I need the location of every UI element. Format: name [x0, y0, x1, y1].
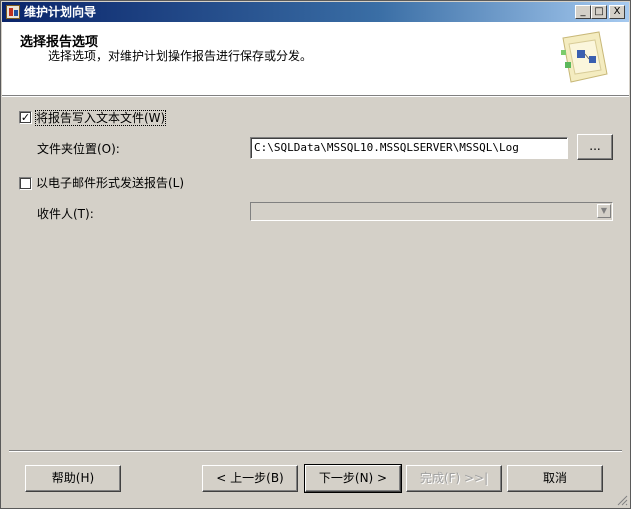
recipient-label: 收件人(T):: [37, 207, 94, 221]
minimize-button[interactable]: _: [575, 5, 591, 19]
wizard-window: 维护计划向导 _ □ X 选择报告选项 选择选项，对维护计划操作报告进行保存或分…: [0, 0, 631, 509]
window-title: 维护计划向导: [24, 5, 97, 19]
close-button[interactable]: X: [609, 5, 625, 19]
cancel-button[interactable]: 取消: [507, 465, 603, 492]
footer-separator: [9, 450, 622, 452]
title-bar[interactable]: 维护计划向导 _ □ X: [2, 2, 629, 22]
recipient-dropdown[interactable]: ▼: [250, 202, 613, 221]
finish-button[interactable]: 完成(F) >>|: [406, 465, 502, 492]
email-report-checkbox[interactable]: [19, 177, 32, 190]
app-icon: [6, 5, 20, 19]
chevron-down-icon[interactable]: ▼: [597, 204, 611, 218]
write-to-file-checkbox[interactable]: ✓: [19, 111, 32, 124]
maximize-button[interactable]: □: [591, 5, 607, 19]
email-report-label[interactable]: 以电子邮件形式发送报告(L): [36, 176, 184, 190]
next-button[interactable]: 下一步(N) >: [304, 464, 402, 493]
wizard-illustration-icon: [561, 31, 608, 83]
header-separator: [2, 96, 629, 97]
back-button[interactable]: < 上一步(B): [202, 465, 298, 492]
write-to-file-label[interactable]: 将报告写入文本文件(W): [34, 110, 167, 126]
folder-location-label: 文件夹位置(O):: [37, 142, 120, 156]
browse-button[interactable]: ...: [577, 134, 613, 160]
resize-grip-icon[interactable]: [616, 494, 628, 506]
page-subtitle: 选择选项，对维护计划操作报告进行保存或分发。: [48, 49, 313, 63]
folder-location-input[interactable]: C:\SQLData\MSSQL10.MSSQLSERVER\MSSQL\Log: [250, 137, 568, 159]
help-button[interactable]: 帮助(H): [25, 465, 121, 492]
wizard-header: 选择报告选项 选择选项，对维护计划操作报告进行保存或分发。: [2, 22, 629, 96]
